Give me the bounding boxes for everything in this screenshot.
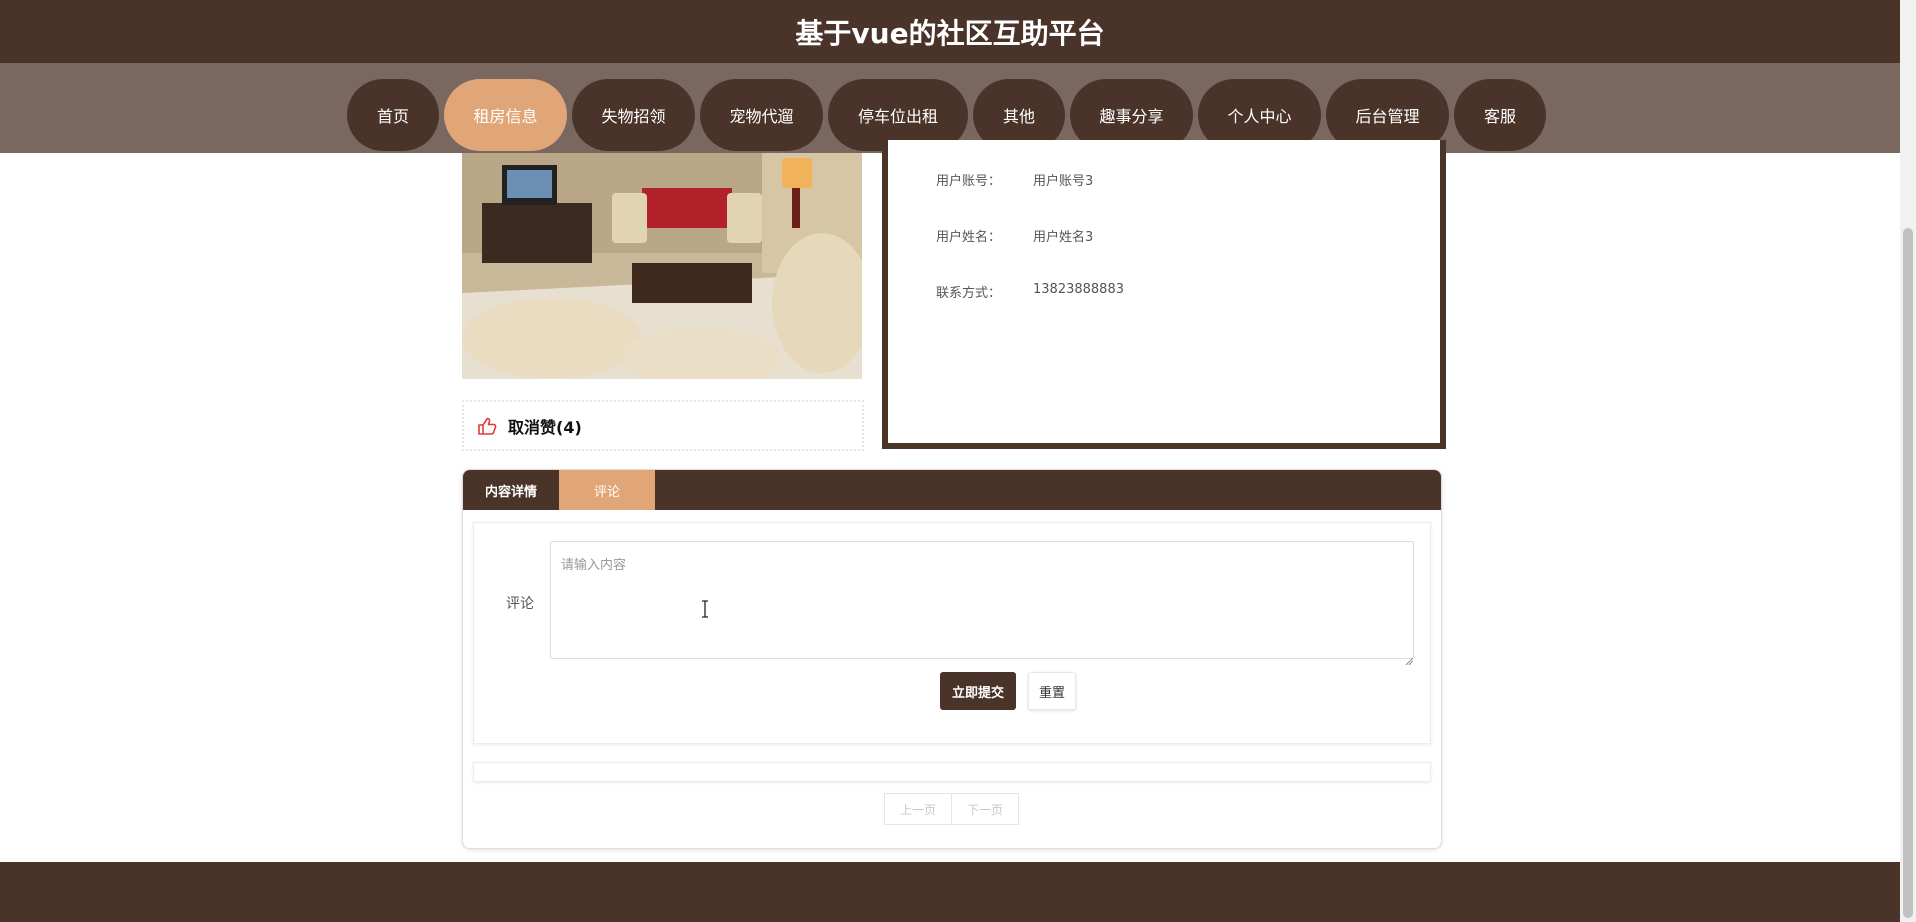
site-header: 基于vue的社区互助平台 bbox=[0, 0, 1900, 63]
house-photo bbox=[462, 153, 862, 379]
site-footer bbox=[0, 862, 1900, 922]
prev-page-button[interactable]: 上一页 bbox=[884, 793, 952, 825]
info-row-name: 用户姓名： 用户姓名3 bbox=[936, 226, 1093, 245]
info-key: 用户账号： bbox=[936, 174, 1002, 189]
info-value: 用户姓名3 bbox=[1033, 230, 1094, 245]
text-cursor-icon bbox=[700, 600, 710, 618]
resize-grip-icon[interactable] bbox=[1405, 650, 1414, 666]
info-row-contact: 联系方式： 13823888883 bbox=[936, 282, 1124, 301]
submit-button[interactable]: 立即提交 bbox=[940, 672, 1016, 710]
tab-content-detail[interactable]: 内容详情 bbox=[463, 470, 559, 510]
tab-comment[interactable]: 评论 bbox=[559, 470, 655, 510]
thumbs-up-icon bbox=[476, 415, 498, 437]
info-key: 用户姓名： bbox=[936, 230, 1002, 245]
info-row-account: 用户账号： 用户账号3 bbox=[936, 170, 1093, 189]
like-label: 取消赞(4) bbox=[508, 417, 582, 437]
comment-form: 评论 立即提交 重置 bbox=[473, 522, 1431, 744]
nav-item-home[interactable]: 首页 bbox=[347, 79, 439, 151]
site-title: 基于vue的社区互助平台 bbox=[795, 16, 1105, 50]
pagination: 上一页 下一页 bbox=[884, 793, 1019, 825]
scrollbar-thumb[interactable] bbox=[1903, 228, 1913, 918]
nav-item-pet-walking[interactable]: 宠物代遛 bbox=[700, 79, 823, 151]
publisher-info-card: 用户账号： 用户账号3 用户姓名： 用户姓名3 联系方式： 1382388888… bbox=[882, 140, 1446, 449]
detail-tabs-panel: 内容详情 评论 评论 立即提交 重置 上一页 下一页 bbox=[462, 469, 1442, 849]
next-page-button[interactable]: 下一页 bbox=[952, 793, 1019, 825]
info-value: 13823888883 bbox=[1033, 282, 1124, 297]
tab-bar: 内容详情 评论 bbox=[463, 470, 1441, 510]
reset-button[interactable]: 重置 bbox=[1028, 672, 1076, 710]
comment-label: 评论 bbox=[506, 596, 534, 612]
info-value: 用户账号3 bbox=[1033, 174, 1094, 189]
info-key: 联系方式： bbox=[936, 286, 1002, 301]
nav-item-customer-service[interactable]: 客服 bbox=[1454, 79, 1546, 151]
comment-textarea[interactable] bbox=[550, 541, 1414, 659]
living-room-image bbox=[462, 153, 862, 379]
nav-item-rental-info[interactable]: 租房信息 bbox=[444, 79, 567, 151]
comment-list bbox=[473, 762, 1431, 782]
page-scrollbar[interactable] bbox=[1900, 0, 1916, 922]
nav-item-lost-found[interactable]: 失物招领 bbox=[572, 79, 695, 151]
like-toggle[interactable]: 取消赞(4) bbox=[462, 400, 864, 451]
